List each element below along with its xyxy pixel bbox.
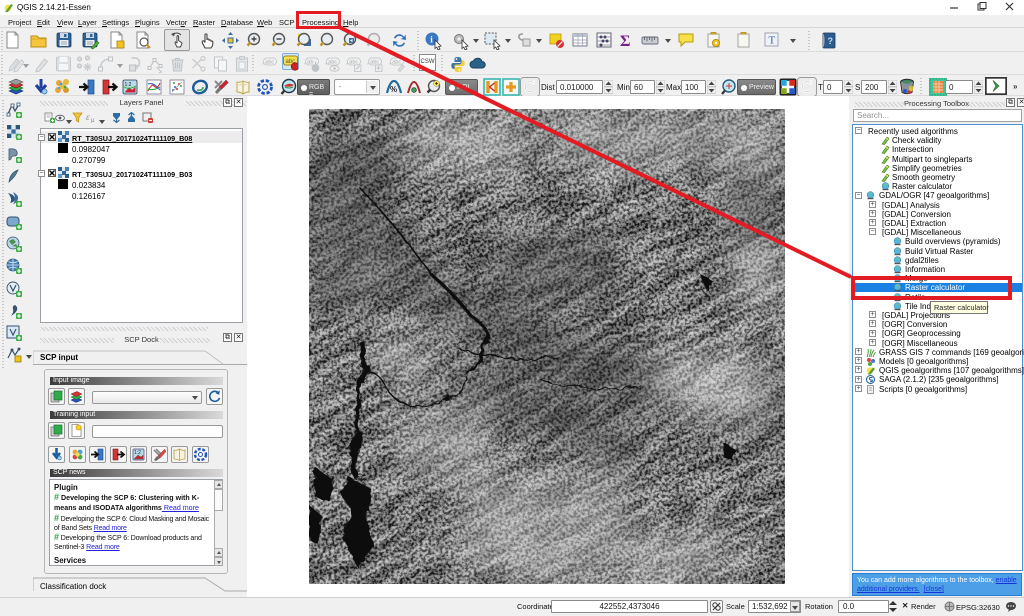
svg-text:?: ?	[828, 36, 834, 46]
svg-text:abc: abc	[265, 60, 274, 66]
svg-text:T: T	[769, 35, 776, 47]
svg-text:Σ: Σ	[620, 33, 630, 50]
svg-text:ε: ε	[86, 112, 90, 122]
svg-text:1:2: 1:2	[134, 450, 141, 456]
svg-text:abc: abc	[328, 60, 337, 66]
svg-text:%: %	[390, 85, 397, 94]
svg-text:abc: abc	[392, 60, 401, 66]
svg-text:ab: ab	[307, 60, 313, 66]
svg-text:1:2: 1:2	[125, 82, 132, 88]
svg-text:μ: μ	[91, 118, 95, 123]
